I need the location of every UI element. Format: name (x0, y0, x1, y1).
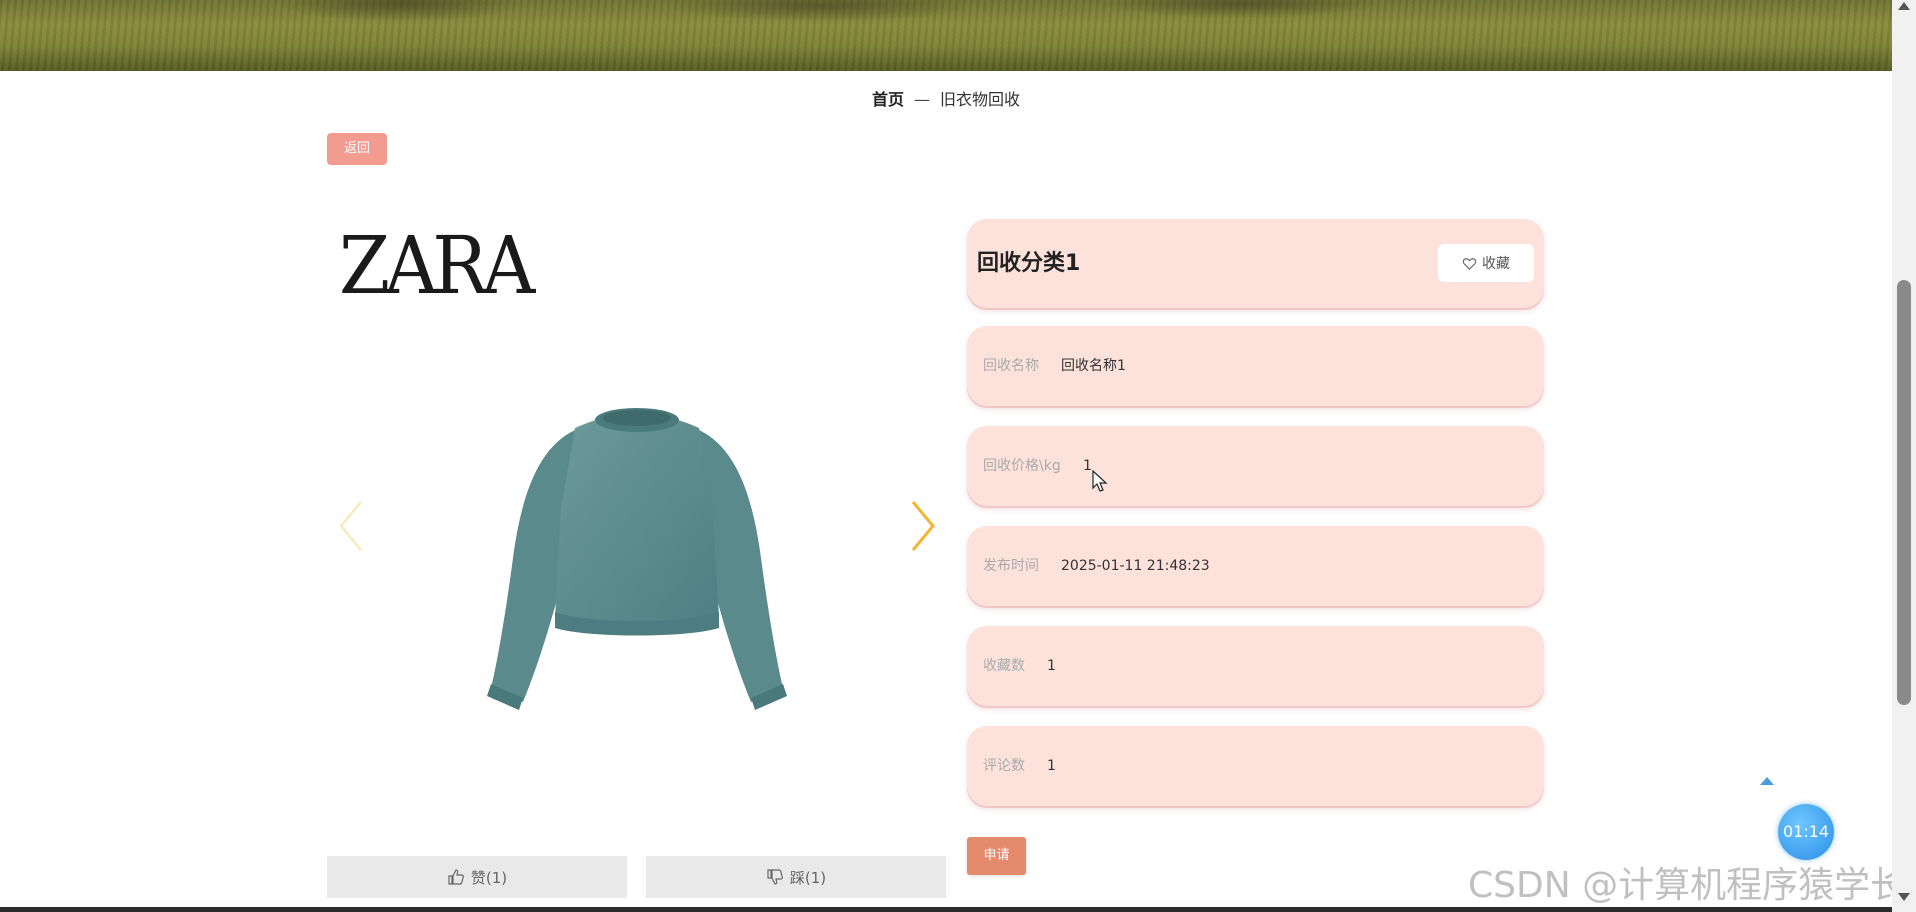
info-value: 1 (1047, 758, 1056, 774)
breadcrumb-home[interactable]: 首页 (872, 90, 904, 109)
scroll-down-icon[interactable] (1898, 893, 1910, 901)
like-button[interactable]: 赞(1) (327, 856, 627, 898)
sweatshirt-image (487, 408, 787, 710)
info-label: 回收价格\kg (983, 458, 1061, 474)
breadcrumb: 首页 — 旧衣物回收 (0, 86, 1892, 110)
scroll-up-icon[interactable] (1898, 2, 1910, 10)
bottom-border (0, 907, 1892, 912)
favorite-label: 收藏 (1482, 256, 1510, 272)
info-label: 评论数 (983, 758, 1025, 774)
banner-image (0, 0, 1892, 71)
info-row-price: 回收价格\kg 1 (967, 426, 1544, 506)
breadcrumb-current: 旧衣物回收 (940, 90, 1021, 109)
favorite-button[interactable]: 收藏 (1438, 244, 1534, 282)
info-value: 2025-01-11 21:48:23 (1061, 558, 1210, 574)
thumbs-down-icon (767, 869, 783, 885)
image-carousel: ZARA (327, 208, 947, 838)
info-row-favorites: 收藏数 1 (967, 626, 1544, 706)
chevron-right-icon[interactable] (905, 496, 939, 556)
info-value: 1 (1083, 458, 1092, 474)
chevron-left-icon[interactable] (335, 496, 369, 556)
scrollbar[interactable] (1892, 0, 1916, 912)
like-label: 赞(1) (470, 868, 508, 887)
info-label: 发布时间 (983, 558, 1039, 574)
info-row-publish-time: 发布时间 2025-01-11 21:48:23 (967, 526, 1544, 606)
info-row-name: 回收名称 回收名称1 (967, 326, 1544, 406)
item-title: 回收分类1 (977, 251, 1081, 276)
back-button[interactable]: 返回 (327, 133, 387, 165)
brand-logo: ZARA (339, 219, 535, 312)
timer-badge: 01:14 (1778, 804, 1834, 860)
scrollbar-thumb[interactable] (1897, 280, 1911, 705)
breadcrumb-separator: — (914, 90, 930, 109)
heart-icon (1462, 257, 1477, 270)
watermark: CSDN @计算机程序猿学长 (1468, 865, 1907, 906)
info-row-comments: 评论数 1 (967, 726, 1544, 806)
info-label: 收藏数 (983, 658, 1025, 674)
page: 首页 — 旧衣物回收 返回 ZARA 赞(1) 踩(1) 回收分类1 收藏 回收… (0, 0, 1916, 912)
back-to-top-icon[interactable] (1760, 777, 1774, 785)
info-value: 回收名称1 (1061, 358, 1126, 374)
dislike-button[interactable]: 踩(1) (646, 856, 946, 898)
dislike-label: 踩(1) (789, 868, 827, 887)
apply-button[interactable]: 申请 (967, 837, 1026, 875)
info-value: 1 (1047, 658, 1056, 674)
title-card: 回收分类1 收藏 (967, 219, 1544, 308)
mouse-cursor-icon (1092, 470, 1108, 492)
info-label: 回收名称 (983, 358, 1039, 374)
thumbs-up-icon (448, 869, 464, 885)
